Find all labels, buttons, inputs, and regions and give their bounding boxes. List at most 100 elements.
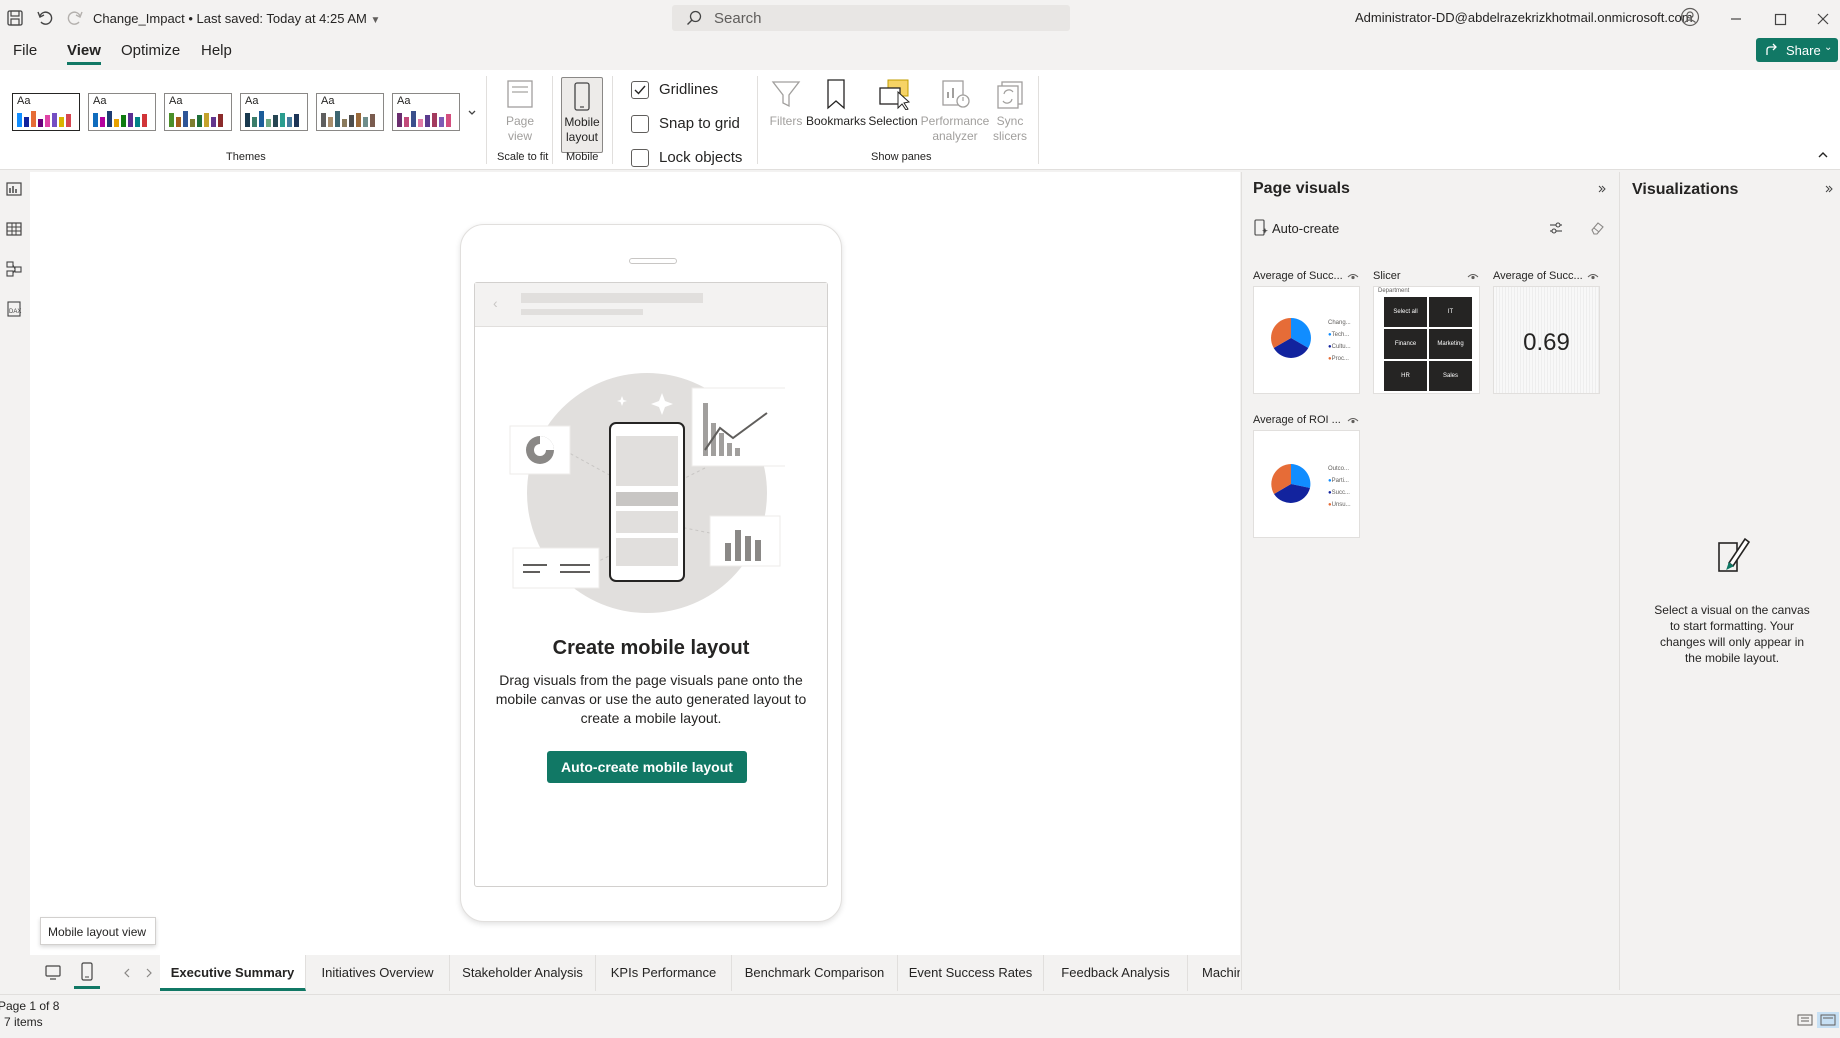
user-avatar-icon[interactable] [1680, 7, 1700, 27]
desktop-layout-view-icon[interactable] [44, 963, 62, 981]
pie-chart-icon [1270, 463, 1312, 505]
performance-analyzer-icon [940, 78, 972, 110]
share-button[interactable]: Share ⌄ [1756, 38, 1838, 62]
theme-thumbnail-2[interactable]: Aa [88, 93, 156, 131]
page-tab-stakeholder-analysis[interactable]: Stakeholder Analysis [450, 955, 596, 991]
pie-chart-icon [1270, 317, 1312, 359]
gridlines-checkbox[interactable] [631, 81, 649, 99]
collapse-ribbon-chevron-up-icon[interactable] [1816, 150, 1830, 160]
search-input[interactable]: Search [672, 5, 1070, 31]
performance-analyzer-label: Performance analyzer [920, 114, 990, 143]
collapse-pane-chevron-icon[interactable] [1597, 184, 1607, 194]
table-view-icon[interactable] [5, 220, 23, 238]
auto-create-label[interactable]: Auto-create [1272, 221, 1339, 236]
gridlines-label: Gridlines [659, 81, 719, 98]
auto-create-icon[interactable] [1253, 219, 1269, 237]
visual-card-kpi-card[interactable]: 0.69 [1493, 286, 1600, 394]
page-tab-feedback-analysis[interactable]: Feedback Analysis [1044, 955, 1188, 991]
selection-label: Selection [868, 114, 918, 128]
theme-thumbnail-1[interactable]: Aa [12, 93, 80, 131]
visual-card-slicer[interactable]: Department Select all IT Finance Marketi… [1373, 286, 1480, 394]
sync-slicers-button[interactable]: Sync slicers [990, 78, 1030, 154]
menu-file[interactable]: File [13, 42, 37, 59]
page-view-toggle-icon[interactable] [1817, 1012, 1839, 1028]
themes-expand-chevron-icon[interactable] [464, 97, 480, 127]
eraser-icon[interactable] [1589, 220, 1605, 236]
slicer-tile: Marketing [1429, 329, 1472, 359]
legend-item: ●Succ... [1328, 490, 1350, 496]
theme-thumbnail-5[interactable]: Aa [316, 93, 384, 131]
theme-thumbnail-3[interactable]: Aa [164, 93, 232, 131]
filter-settings-icon[interactable] [1548, 220, 1564, 236]
mobile-layout-button[interactable]: Mobile layout [561, 77, 603, 153]
legend-item-text: Proc... [1331, 356, 1349, 362]
fit-view-icon[interactable] [1797, 1014, 1813, 1026]
visibility-eye-icon[interactable] [1347, 272, 1359, 282]
filters-button[interactable]: Filters [766, 78, 806, 150]
previous-page-chevron-icon[interactable] [122, 967, 132, 979]
close-icon[interactable] [1810, 6, 1836, 32]
slicer-tile: Select all [1384, 297, 1427, 327]
legend-item-text: Parti... [1331, 478, 1349, 484]
bookmark-icon [820, 78, 852, 110]
menu-help[interactable]: Help [201, 42, 232, 59]
legend-item: ●Unsu... [1328, 502, 1351, 508]
save-icon[interactable] [6, 9, 26, 29]
page-tab-event-success-rates[interactable]: Event Success Rates [898, 955, 1044, 991]
mobile-group-label: Mobile [566, 151, 599, 163]
performance-analyzer-button[interactable]: Performance analyzer [920, 78, 990, 154]
legend-item: ●Parti... [1328, 478, 1349, 484]
visualizations-title: Visualizations [1632, 181, 1739, 198]
page-tab-benchmark-comparison[interactable]: Benchmark Comparison [732, 955, 898, 991]
snap-to-grid-label: Snap to grid [659, 115, 740, 132]
theme-thumbnail-4[interactable]: Aa [240, 93, 308, 131]
mobile-layout-illustration [505, 368, 785, 618]
snap-to-grid-checkbox[interactable] [631, 115, 649, 133]
menu-bar: File View Optimize Help [0, 38, 1840, 70]
page-tab-executive-summary[interactable]: Executive Summary [160, 955, 306, 991]
report-view-icon[interactable] [5, 180, 23, 198]
mobile-layout-view-icon[interactable] [74, 961, 100, 989]
page-tab-machine[interactable]: Machin [1188, 955, 1240, 991]
page-tab-initiatives-overview[interactable]: Initiatives Overview [306, 955, 450, 991]
theme-thumbnail-6[interactable]: Aa [392, 93, 460, 131]
legend-item: ●Proc... [1328, 356, 1349, 362]
create-mobile-layout-title: Create mobile layout [552, 637, 750, 659]
menu-view[interactable]: View [67, 42, 101, 65]
auto-create-mobile-layout-button[interactable]: Auto-create mobile layout [547, 751, 747, 783]
format-brush-icon [1715, 535, 1751, 575]
page-tab-kpis-performance[interactable]: KPIs Performance [596, 955, 732, 991]
undo-icon[interactable] [36, 9, 56, 29]
model-view-icon[interactable] [5, 260, 23, 278]
selection-button[interactable]: Selection [866, 78, 920, 150]
maximize-icon[interactable] [1767, 6, 1793, 32]
minimize-icon[interactable] [1723, 6, 1749, 32]
bookmarks-button[interactable]: Bookmarks [806, 78, 866, 150]
dax-query-view-icon[interactable]: DAX [5, 300, 23, 318]
visual-card-pie-chart[interactable]: Chang... ●Tech... ●Cultu... ●Proc... [1253, 286, 1360, 394]
account-name[interactable]: Administrator-DD@abdelrazekrizkhotmail.o… [1355, 10, 1693, 25]
visibility-eye-icon[interactable] [1587, 272, 1599, 282]
page-visuals-title: Page visuals [1253, 180, 1350, 197]
slicer-tile: HR [1384, 361, 1427, 391]
visibility-eye-icon[interactable] [1347, 416, 1359, 426]
left-view-rail: DAX [0, 172, 28, 992]
legend-item: ●Tech... [1328, 332, 1350, 338]
ribbon-divider [1038, 76, 1039, 164]
visual-card-pie-chart[interactable]: Outco... ●Parti... ●Succ... ●Unsu... [1253, 430, 1360, 538]
chevron-down-icon[interactable]: ▼ [371, 15, 381, 26]
legend-title: Outco... [1328, 466, 1350, 472]
themes-group-label: Themes [226, 151, 266, 163]
ribbon-divider [486, 76, 487, 164]
theme-thumb-text: Aa [93, 95, 107, 107]
document-title[interactable]: Change_Impact • Last saved: Today at 4:2… [93, 11, 380, 26]
collapse-pane-chevron-icon[interactable] [1824, 184, 1834, 194]
lock-objects-checkbox[interactable] [631, 149, 649, 167]
create-mobile-layout-description: Drag visuals from the page visuals pane … [495, 672, 807, 726]
menu-optimize[interactable]: Optimize [121, 42, 180, 59]
redo-icon[interactable] [66, 9, 86, 29]
visibility-eye-icon[interactable] [1467, 272, 1479, 282]
legend-title: Chang... [1328, 320, 1351, 326]
next-page-chevron-icon[interactable] [144, 967, 154, 979]
slicer-title: Department [1378, 288, 1410, 294]
